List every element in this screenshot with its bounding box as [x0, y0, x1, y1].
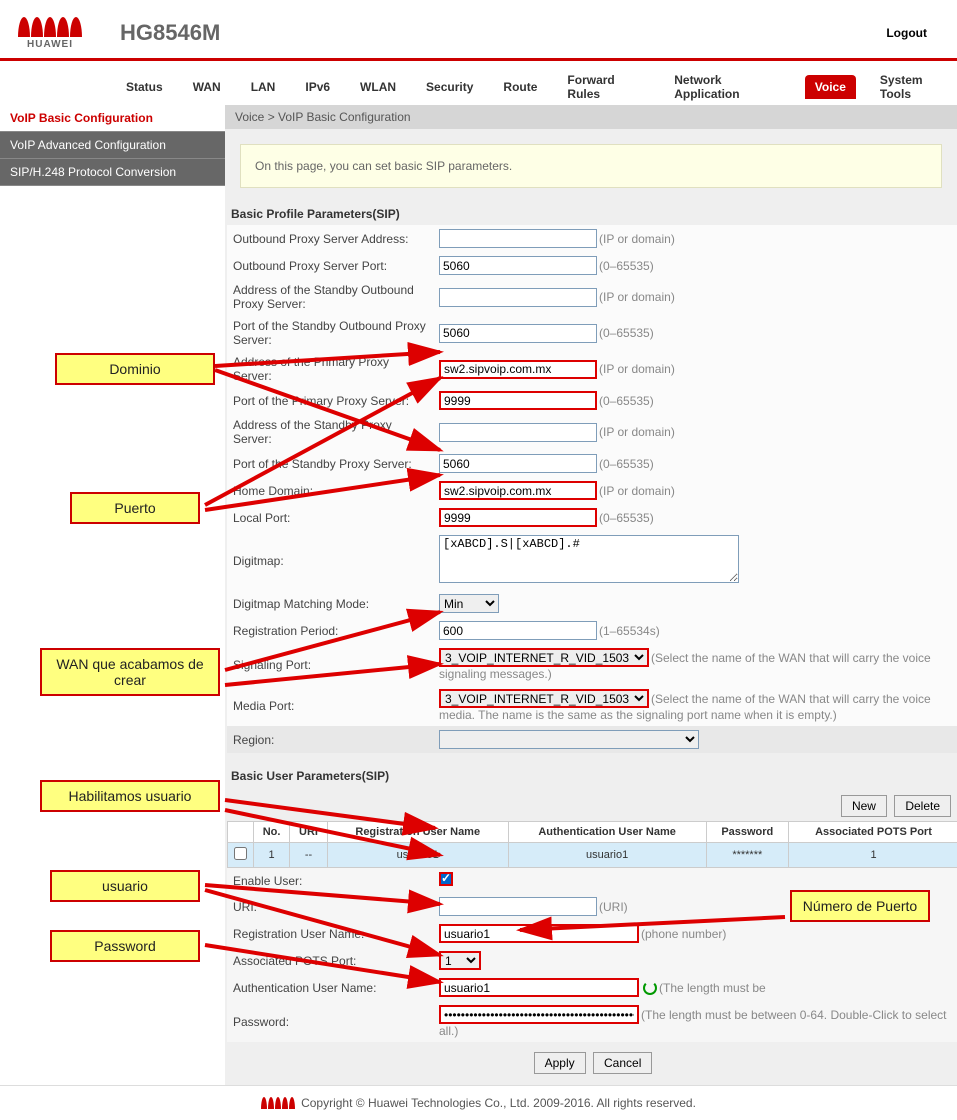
callout-wan: WAN que acabamos de crear	[40, 648, 220, 696]
callout-hab: Habilitamos usuario	[40, 780, 220, 812]
callout-numpuerto: Número de Puerto	[790, 890, 930, 922]
callout-puerto: Puerto	[70, 492, 200, 524]
huawei-logo-small	[261, 1097, 295, 1109]
copyright: Copyright © Huawei Technologies Co., Ltd…	[301, 1096, 696, 1110]
callout-usuario: usuario	[50, 870, 200, 902]
callout-dominio: Dominio	[55, 353, 215, 385]
callout-password: Password	[50, 930, 200, 962]
